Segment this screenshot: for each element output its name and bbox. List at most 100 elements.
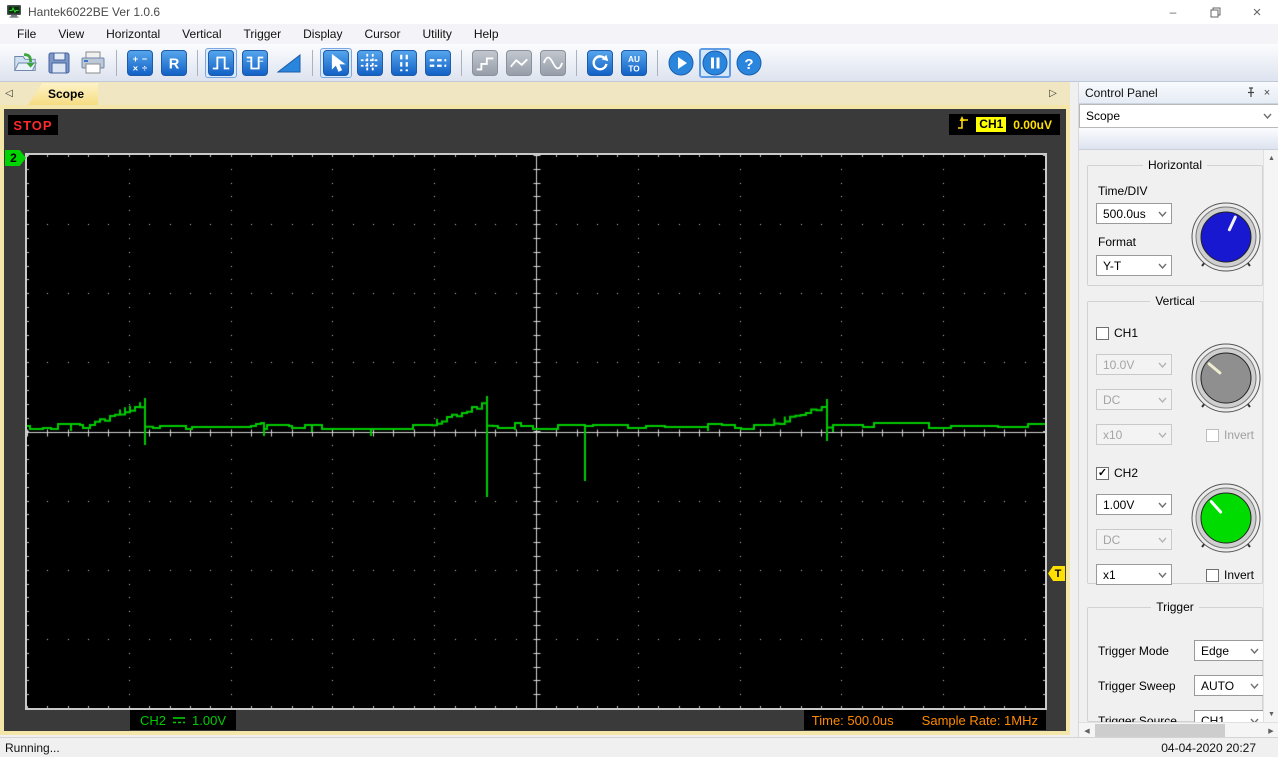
ch1-volts-select: 10.0V [1096, 354, 1172, 375]
tab-scroll-right-icon[interactable]: ▷ [1044, 85, 1062, 103]
horizontal-group: Horizontal Time/DIV 500.0us Format Y-T [1087, 158, 1263, 286]
menu-help[interactable]: Help [463, 25, 510, 43]
control-panel-header: Control Panel × [1079, 82, 1278, 104]
trigger-sweep-select[interactable]: AUTO [1194, 675, 1264, 696]
ch2-volts-select[interactable]: 1.00V [1096, 494, 1172, 515]
waveform-canvas [27, 155, 1045, 708]
vertical-group: Vertical CH1 10.0V DC x10 Invert ✓ CH2 1… [1087, 294, 1264, 585]
ch1-enable-row[interactable]: CH1 [1096, 326, 1138, 340]
vertical-legend: Vertical [1155, 294, 1195, 308]
menu-view[interactable]: View [47, 25, 95, 43]
trigger-level-value: 0.00uV [1013, 117, 1052, 132]
toolbar-math-icon[interactable]: + − × ÷ [124, 48, 156, 78]
menu-trigger[interactable]: Trigger [233, 25, 293, 43]
ch2-invert-row[interactable]: Invert [1206, 568, 1254, 582]
toolbar-start-icon[interactable] [665, 48, 697, 78]
toolbar-cursor-select-icon[interactable] [320, 47, 352, 78]
trigger-readout: CH1 0.00uV [949, 114, 1060, 135]
ch2-label: CH2 [1114, 466, 1139, 480]
trigger-sweep-label: Trigger Sweep [1098, 679, 1176, 693]
timediv-value: 500.0us [1103, 206, 1146, 221]
datetime-text: 04-04-2020 20:27 [1161, 740, 1256, 755]
toolbar-save-icon[interactable] [43, 48, 75, 78]
horizontal-legend: Horizontal [1147, 158, 1203, 172]
menu-cursor[interactable]: Cursor [353, 25, 411, 43]
toolbar-horizontal-cursors-icon[interactable] [422, 48, 454, 78]
menu-file[interactable]: File [6, 25, 47, 43]
ch1-coupling-value: DC [1103, 392, 1121, 407]
toolbar-help-icon[interactable]: ? [733, 48, 765, 78]
tab-scope[interactable]: Scope [28, 83, 99, 105]
scroll-right-icon[interactable]: ▶ [1263, 723, 1278, 738]
scroll-down-icon[interactable]: ▼ [1264, 706, 1278, 722]
chevron-down-icon [1158, 397, 1167, 403]
scroll-up-icon[interactable]: ▲ [1264, 150, 1278, 166]
toolbar-open-file-icon[interactable] [9, 48, 41, 78]
menu-vertical[interactable]: Vertical [171, 25, 232, 43]
toolbar-separator [461, 49, 462, 76]
menu-horizontal[interactable]: Horizontal [95, 25, 171, 43]
toolbar-pulse-positive-icon[interactable] [205, 47, 237, 78]
timediv-select[interactable]: 500.0us [1096, 203, 1172, 224]
toolbar-auto-setup-icon[interactable]: AU TO [618, 48, 650, 78]
toolbar-separator [657, 49, 658, 76]
toolbar-linear-interpolation-icon [503, 48, 535, 78]
minimize-button[interactable]: – [1152, 0, 1194, 24]
ch1-probe-select: x10 [1096, 424, 1172, 445]
ch2-volts-value: 1.00V [1103, 497, 1135, 512]
toolbar-separator [197, 49, 198, 76]
scroll-left-icon[interactable]: ◀ [1079, 723, 1095, 738]
format-select[interactable]: Y-T [1096, 255, 1172, 276]
toolbar-refresh-icon[interactable] [584, 48, 616, 78]
timebase-knob[interactable] [1188, 199, 1264, 275]
svg-text:÷: ÷ [142, 63, 147, 73]
ch1-invert-label: Invert [1224, 428, 1255, 442]
panel-horizontal-scrollbar[interactable]: ◀ ▶ [1079, 722, 1278, 737]
panel-toolbar-band [1079, 128, 1278, 150]
channel2-volts: 1.00V [192, 712, 226, 728]
toolbar-reference-wave-icon[interactable]: R [158, 48, 190, 78]
menu-utility[interactable]: Utility [411, 25, 462, 43]
channel2-position-marker[interactable]: 2 [5, 150, 26, 166]
toolbar-step-interpolation-icon [469, 48, 501, 78]
dc-coupling-icon [172, 713, 186, 728]
trigger-level-marker[interactable]: T [1048, 566, 1065, 581]
toolbar-pulse-negative-icon[interactable] [239, 48, 271, 78]
control-panel-title: Control Panel [1085, 85, 1158, 100]
svg-text:AU: AU [628, 55, 640, 64]
ch1-position-knob[interactable] [1188, 340, 1264, 416]
trigger-mode-value: Edge [1201, 643, 1230, 658]
close-panel-icon[interactable]: × [1259, 85, 1275, 101]
ch1-volts-value: 10.0V [1103, 357, 1135, 372]
close-button[interactable]: × [1236, 0, 1278, 24]
ch2-invert-checkbox[interactable] [1206, 568, 1219, 582]
panel-vertical-scrollbar[interactable]: ▲ ▼ [1263, 150, 1278, 722]
svg-text:×: × [133, 63, 138, 73]
pin-icon[interactable] [1243, 85, 1259, 101]
ch2-coupling-value: DC [1103, 532, 1121, 547]
panel-mode-value: Scope [1086, 109, 1121, 123]
panel-mode-select[interactable]: Scope [1079, 104, 1278, 128]
toolbar-pause-icon[interactable] [699, 47, 731, 78]
timebase-readout: Time: 500.0us Sample Rate: 1MHz [803, 710, 1046, 730]
ch2-checkbox[interactable]: ✓ [1096, 466, 1109, 480]
ch1-probe-value: x10 [1103, 427, 1123, 442]
format-value: Y-T [1103, 258, 1122, 273]
menu-display[interactable]: Display [292, 25, 353, 43]
ch2-enable-row[interactable]: ✓ CH2 [1096, 466, 1138, 480]
restore-button[interactable] [1194, 0, 1236, 24]
ch1-checkbox[interactable] [1096, 326, 1109, 340]
toolbar-grid-cursors-icon[interactable] [354, 48, 386, 78]
app-window: Hantek6022BE Ver 1.0.6 – × File View Horiz… [0, 0, 1278, 757]
tab-scroll-left-icon[interactable]: ◁ [0, 85, 18, 103]
toolbar-print-icon[interactable] [77, 48, 109, 78]
trigger-mode-label: Trigger Mode [1098, 644, 1169, 658]
trigger-legend: Trigger [1156, 600, 1194, 614]
scrollbar-thumb[interactable] [1095, 724, 1225, 737]
ch2-probe-select[interactable]: x1 [1096, 564, 1172, 585]
toolbar-vertical-cursors-icon[interactable] [388, 48, 420, 78]
ch2-position-knob[interactable] [1188, 480, 1264, 556]
toolbar-ramp-icon[interactable] [273, 48, 305, 78]
ch2-coupling-select: DC [1096, 529, 1172, 550]
trigger-mode-select[interactable]: Edge [1194, 640, 1264, 661]
